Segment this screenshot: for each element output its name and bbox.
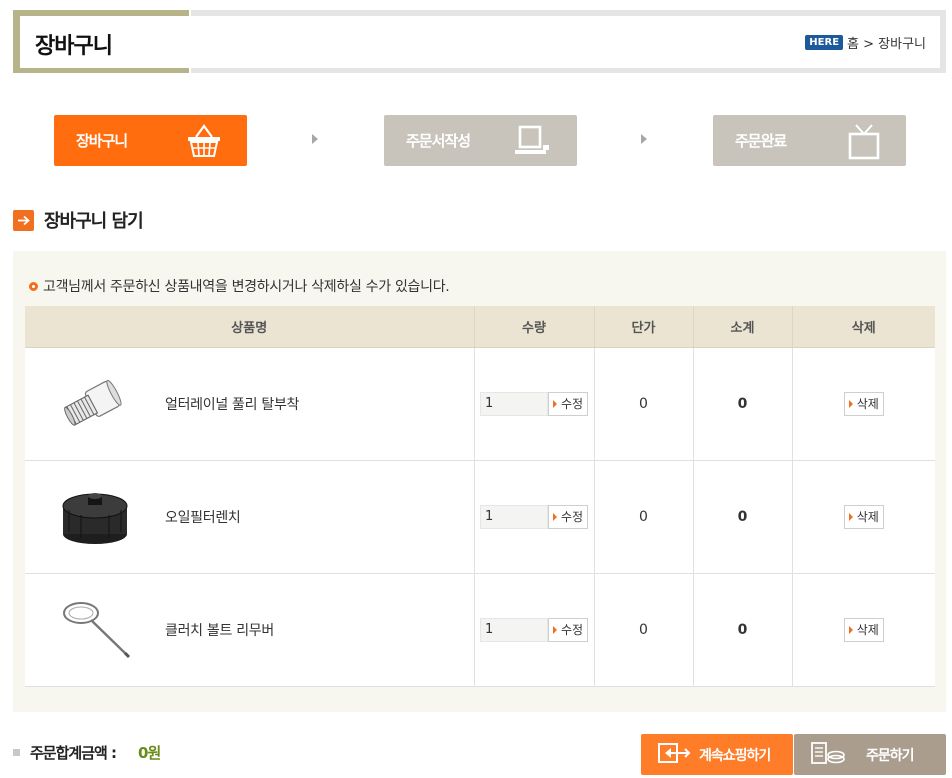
delete-button[interactable]: 삭제 (843, 617, 884, 642)
qty-cell: 수정 (473, 573, 594, 687)
price-cell: 0 (593, 460, 693, 574)
column-header-price: 단가 (593, 306, 693, 348)
header-box: 장바구니 HERE 홈 > 장바구니 (20, 16, 940, 68)
update-qty-button[interactable]: 수정 (547, 617, 589, 642)
delete-cell: 삭제 (791, 460, 935, 574)
step-cart: 장바구니 (54, 115, 247, 166)
tv-icon (846, 123, 882, 165)
cart-panel: 고객님께서 주문하신 상품내역을 변경하시거나 삭제하실 수가 있습니다. 상품… (13, 251, 946, 712)
step-order-complete-label: 주문완료 (735, 132, 787, 150)
delete-cell: 삭제 (791, 573, 935, 687)
update-qty-label: 수정 (560, 510, 584, 524)
printer-icon (513, 123, 553, 163)
column-header-delete: 삭제 (791, 306, 935, 348)
section-title: 장바구니 담기 (44, 211, 144, 232)
column-header-product: 상품명 (25, 306, 474, 348)
notice-text: 고객님께서 주문하신 상품내역을 변경하시거나 삭제하실 수가 있습니다. (43, 279, 450, 295)
subtotal-cell: 0 (692, 347, 792, 461)
here-badge: HERE (805, 35, 844, 50)
update-qty-label: 수정 (560, 623, 584, 637)
delete-label: 삭제 (856, 510, 879, 524)
step-arrow-icon (312, 134, 318, 144)
order-total: 주문합계금액 : 0원 (13, 742, 161, 763)
order-total-label: 주문합계금액 : (30, 744, 117, 762)
qty-input[interactable] (479, 617, 548, 642)
step-cart-label: 장바구니 (76, 132, 128, 150)
continue-shopping-label: 계속쇼핑하기 (699, 747, 771, 764)
price-cell: 0 (593, 347, 693, 461)
step-arrow-icon (641, 134, 647, 144)
order-button[interactable]: 주문하기 (794, 734, 946, 775)
triangle-right-icon (848, 625, 853, 634)
delete-label: 삭제 (856, 397, 879, 411)
order-label: 주문하기 (866, 747, 915, 764)
square-bullet-icon (13, 749, 20, 756)
exit-arrow-icon (657, 741, 691, 769)
triangle-right-icon (552, 512, 557, 521)
document-stack-icon (810, 740, 846, 770)
triangle-right-icon (552, 399, 557, 408)
delete-button[interactable]: 삭제 (843, 504, 884, 529)
delete-button[interactable]: 삭제 (843, 391, 884, 416)
column-header-qty: 수량 (473, 306, 594, 348)
basket-icon (185, 123, 223, 163)
update-qty-button[interactable]: 수정 (547, 391, 589, 416)
breadcrumb-path[interactable]: 홈 > 장바구니 (847, 33, 926, 52)
price-cell: 0 (593, 573, 693, 687)
product-image[interactable] (25, 585, 165, 675)
qty-input[interactable] (479, 391, 548, 416)
update-qty-button[interactable]: 수정 (547, 504, 589, 529)
product-name[interactable]: 클러치 볼트 리무버 (165, 620, 274, 640)
product-name[interactable]: 얼터레이널 풀리 탈부착 (165, 394, 299, 414)
subtotal-cell: 0 (692, 573, 792, 687)
step-order-form: 주문서작성 (384, 115, 577, 166)
table-row: 오일필터렌치 수정 0 0 (25, 460, 935, 574)
notice: 고객님께서 주문하신 상품내역을 변경하시거나 삭제하실 수가 있습니다. (29, 276, 450, 296)
arrow-right-icon (13, 209, 34, 231)
subtotal-cell: 0 (692, 460, 792, 574)
bullet-icon (29, 281, 38, 291)
step-order-complete: 주문완료 (713, 115, 906, 166)
table-row: 클러치 볼트 리무버 수정 0 0 (25, 573, 935, 687)
order-total-value: 0원 (138, 744, 161, 762)
page-title: 장바구니 (35, 34, 113, 59)
triangle-right-icon (552, 625, 557, 634)
breadcrumb: HERE 홈 > 장바구니 (805, 33, 926, 52)
table-header-row: 상품명 수량 단가 소계 삭제 (25, 306, 935, 348)
product-cell: 클러치 볼트 리무버 (25, 573, 474, 687)
triangle-right-icon (848, 399, 853, 408)
product-cell: 오일필터렌치 (25, 460, 474, 574)
qty-input[interactable] (479, 504, 548, 529)
continue-shopping-button[interactable]: 계속쇼핑하기 (641, 734, 793, 775)
section-heading: 장바구니 담기 (13, 207, 144, 233)
product-image[interactable] (25, 359, 165, 449)
qty-cell: 수정 (473, 347, 594, 461)
step-order-form-label: 주문서작성 (406, 132, 471, 150)
cart-table: 상품명 수량 단가 소계 삭제 얼터레이널 풀리 탈부착 1 수정 0 0 삭제… (25, 306, 935, 687)
product-name[interactable]: 오일필터렌치 (165, 507, 241, 527)
delete-cell: 삭제 (791, 347, 935, 461)
triangle-right-icon (848, 512, 853, 521)
delete-label: 삭제 (856, 623, 879, 637)
table-row: 얼터레이널 풀리 탈부착 수정 0 0 (25, 347, 935, 461)
qty-cell: 수정 (473, 460, 594, 574)
product-cell: 얼터레이널 풀리 탈부착 (25, 347, 474, 461)
product-image[interactable] (25, 472, 165, 562)
update-qty-label: 수정 (560, 397, 584, 411)
column-header-subtotal: 소계 (692, 306, 792, 348)
page-header: 장바구니 HERE 홈 > 장바구니 (13, 10, 946, 73)
